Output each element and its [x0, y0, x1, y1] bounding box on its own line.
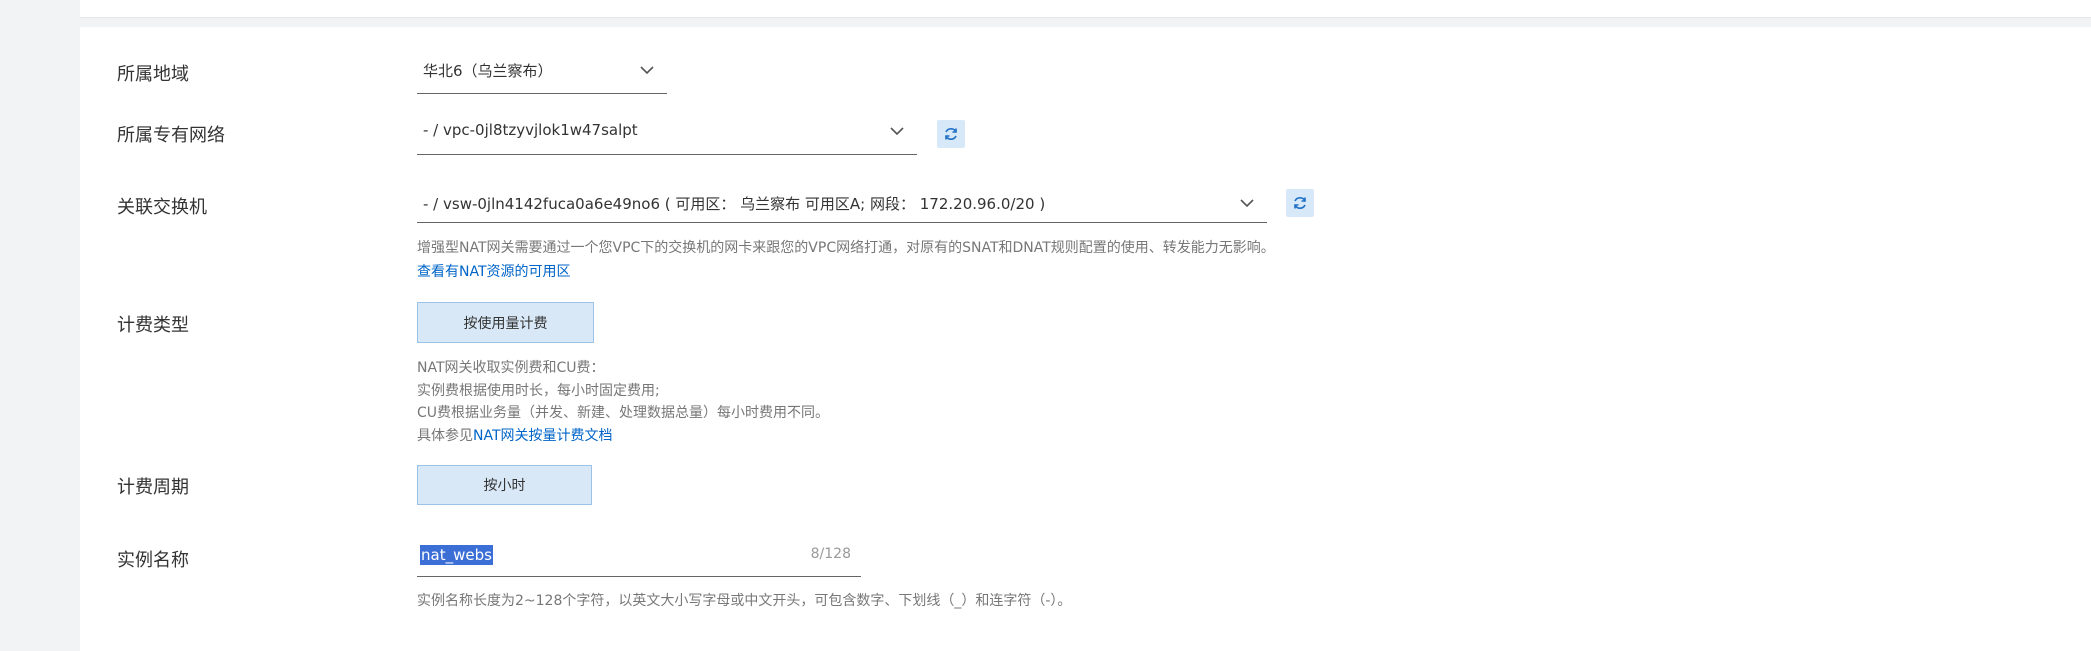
char-counter: 8/128	[810, 546, 851, 562]
instance-name-label: 实例名称	[117, 550, 189, 571]
region-select[interactable]: 华北6（乌兰察布）	[417, 60, 667, 94]
vswitch-refresh-button[interactable]	[1286, 189, 1314, 217]
billing-help-line-2: 实例费根据使用时长，每小时固定费用;	[417, 383, 660, 399]
vswitch-label: 关联交换机	[117, 197, 207, 218]
refresh-icon	[1294, 197, 1306, 209]
vpc-refresh-button[interactable]	[937, 120, 965, 148]
refresh-icon	[945, 128, 957, 140]
chevron-down-icon	[1240, 199, 1254, 208]
instance-name-help-text: 实例名称长度为2~128个字符，以英文大小写字母或中文开头，可包含数字、下划线（…	[417, 593, 1072, 609]
vpc-label: 所属专有网络	[117, 125, 225, 146]
vpc-value: - / vpc-0jl8tzyvjlok1w47salpt	[423, 121, 638, 139]
nat-zones-link[interactable]: 查看有NAT资源的可用区	[417, 261, 571, 281]
billing-cycle-label: 计费周期	[117, 477, 189, 498]
billing-doc-link[interactable]: NAT网关按量计费文档	[473, 428, 613, 444]
form-card	[80, 27, 2091, 651]
instance-name-input[interactable]: nat_webs 8/128	[417, 543, 861, 577]
vswitch-select[interactable]: - / vsw-0jln4142fuca0a6e49no6 ( 可用区： 乌兰察…	[417, 193, 1267, 223]
chevron-down-icon	[640, 66, 654, 75]
vpc-select[interactable]: - / vpc-0jl8tzyvjlok1w47salpt	[417, 121, 917, 155]
region-value: 华北6（乌兰察布）	[423, 62, 553, 80]
vswitch-help-text: 增强型NAT网关需要通过一个您VPC下的交换机的网卡来跟您的VPC网络打通，对原…	[417, 240, 1275, 256]
hourly-option[interactable]: 按小时	[417, 465, 592, 505]
billing-help-prefix: 具体参见	[417, 428, 473, 444]
billing-help-line-4: 具体参见NAT网关按量计费文档	[417, 425, 613, 445]
pay-as-you-go-option[interactable]: 按使用量计费	[417, 302, 594, 343]
chevron-down-icon	[890, 127, 904, 136]
billing-help-line-3: CU费根据业务量（并发、新建、处理数据总量）每小时费用不同。	[417, 405, 830, 421]
billing-type-label: 计费类型	[117, 315, 189, 336]
vswitch-value: - / vsw-0jln4142fuca0a6e49no6 ( 可用区： 乌兰察…	[423, 195, 1046, 213]
instance-name-value: nat_webs	[420, 545, 493, 565]
billing-help-line-1: NAT网关收取实例费和CU费：	[417, 360, 605, 376]
region-label: 所属地域	[117, 64, 189, 85]
top-card	[80, 0, 2091, 18]
